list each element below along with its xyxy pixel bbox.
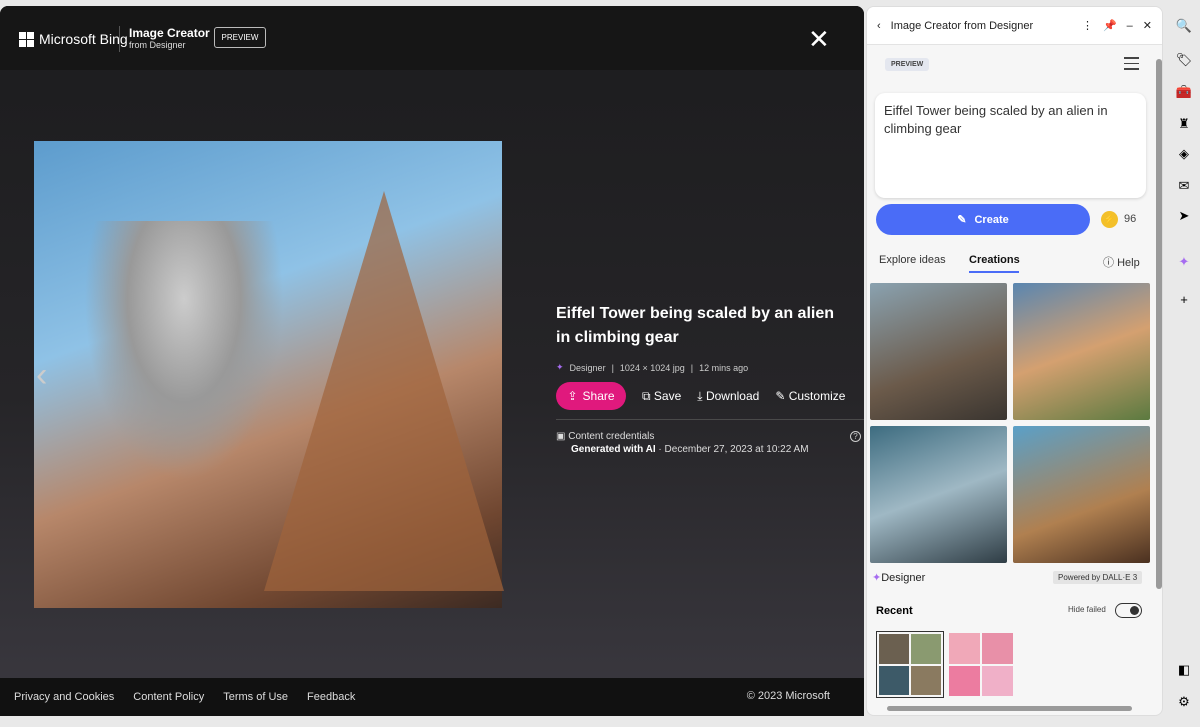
vertical-scrollbar[interactable]: [1156, 59, 1162, 589]
tab-creations[interactable]: Creations: [969, 254, 1020, 266]
close-icon[interactable]: ✕: [808, 26, 830, 52]
add-icon[interactable]: +: [1168, 292, 1200, 307]
designer-label: ✦Designer: [872, 572, 926, 584]
app-subtitle: from Designer: [129, 40, 186, 50]
boost-count: 96: [1124, 213, 1137, 225]
panel-header: ‹ Image Creator from Designer ⋮ 📌 – ✕: [867, 7, 1162, 45]
footer-link-feedback[interactable]: Feedback: [307, 691, 355, 703]
download-icon: ⤓: [697, 388, 703, 403]
content-credentials: ▣ Content credentials Generated with AI ·…: [556, 431, 809, 455]
viewer-header: Microsoft Bing Image Creator from Design…: [0, 6, 864, 70]
minimize-icon[interactable]: –: [1127, 20, 1133, 32]
menu-icon[interactable]: [1124, 57, 1139, 74]
toolbox-icon[interactable]: 🧰: [1168, 84, 1200, 100]
creation-thumbnail[interactable]: [1013, 283, 1150, 420]
designer-icon: ✦: [872, 572, 882, 584]
games-icon[interactable]: ♜: [1168, 116, 1200, 132]
outlook-icon[interactable]: ✉: [1168, 178, 1200, 194]
footer-link-terms[interactable]: Terms of Use: [223, 691, 288, 703]
create-icon: ✎: [957, 214, 967, 226]
boost-icon: ⚡: [1101, 211, 1118, 228]
credentials-icon: ▣: [556, 431, 566, 442]
powered-by-badge: Powered by DALL·E 3: [1053, 571, 1143, 584]
save-button[interactable]: ⧉ Save: [642, 389, 681, 404]
browser-sidebar: 🔍 🏷 🧰 ♜ ◈ ✉ ➤ ✦ + ◧ ⚙: [1168, 0, 1200, 727]
prompt-input[interactable]: Eiffel Tower being scaled by an alien in…: [875, 93, 1146, 198]
creations-grid: [870, 283, 1150, 563]
split-screen-icon[interactable]: ◧: [1168, 662, 1200, 678]
eiffel-tower: [264, 191, 504, 591]
windows-logo-icon: [19, 31, 34, 47]
image-title: Eiffel Tower being scaled by an alien in…: [556, 305, 834, 346]
creation-thumbnail[interactable]: [870, 426, 1007, 563]
help-icon: ⓘ: [1103, 257, 1114, 269]
copilot-icon[interactable]: ◈: [1168, 146, 1200, 162]
create-button[interactable]: ✎ Create: [876, 204, 1090, 235]
recent-item[interactable]: [947, 631, 1015, 698]
active-tab-indicator: [969, 271, 1019, 273]
app-title: Image Creator: [129, 26, 210, 40]
preview-badge: PREVIEW: [214, 27, 266, 48]
download-button[interactable]: ⤓ Download: [697, 389, 759, 404]
copyright: © 2023 Microsoft: [746, 690, 830, 702]
divider: [119, 26, 120, 52]
close-icon[interactable]: ✕: [1143, 19, 1152, 32]
footer: Privacy and Cookies Content Policy Terms…: [0, 678, 864, 716]
hide-failed-label: Hide failed: [1068, 605, 1106, 614]
hide-failed-toggle[interactable]: [1115, 603, 1142, 618]
generated-image[interactable]: [34, 141, 504, 608]
designer-icon[interactable]: ✦: [1168, 254, 1200, 270]
previous-arrow-icon[interactable]: ‹: [36, 356, 47, 395]
settings-icon[interactable]: ⚙: [1168, 694, 1200, 710]
preview-badge: PREVIEW: [885, 58, 930, 71]
bing-logo[interactable]: Microsoft Bing: [19, 31, 128, 47]
tab-explore-ideas[interactable]: Explore ideas: [879, 254, 946, 266]
creation-thumbnail[interactable]: [1013, 426, 1150, 563]
image-viewer: Microsoft Bing Image Creator from Design…: [0, 6, 864, 716]
recent-item[interactable]: [876, 631, 944, 698]
designer-icon: ✦: [556, 362, 564, 372]
back-icon[interactable]: ‹: [877, 20, 881, 32]
save-icon: ⧉: [642, 388, 651, 403]
share-icon: ⇪: [567, 389, 578, 403]
horizontal-scrollbar[interactable]: [887, 706, 1132, 711]
tag-icon[interactable]: 🏷: [1168, 52, 1200, 68]
recent-heading: Recent: [876, 605, 913, 617]
pin-icon[interactable]: 📌: [1103, 19, 1117, 32]
image-meta: ✦ Designer | 1024 × 1024 jpg | 12 mins ago: [556, 362, 749, 373]
alien: [84, 221, 284, 481]
help-button[interactable]: ⓘ Help: [1103, 254, 1140, 270]
footer-link-content-policy[interactable]: Content Policy: [133, 691, 204, 703]
customize-button[interactable]: ✎ Customize: [775, 389, 845, 403]
creation-thumbnail[interactable]: [870, 283, 1007, 420]
send-icon[interactable]: ➤: [1168, 208, 1200, 224]
side-panel: ‹ Image Creator from Designer ⋮ 📌 – ✕ PR…: [866, 6, 1163, 716]
more-icon[interactable]: ⋮: [1082, 19, 1093, 32]
customize-icon: ✎: [775, 389, 786, 403]
help-icon[interactable]: ?: [850, 431, 861, 442]
panel-title: Image Creator from Designer: [890, 19, 1034, 32]
share-button[interactable]: ⇪ Share: [556, 382, 626, 410]
footer-link-privacy[interactable]: Privacy and Cookies: [14, 691, 114, 703]
divider: [556, 419, 864, 420]
search-icon[interactable]: 🔍: [1168, 18, 1200, 34]
